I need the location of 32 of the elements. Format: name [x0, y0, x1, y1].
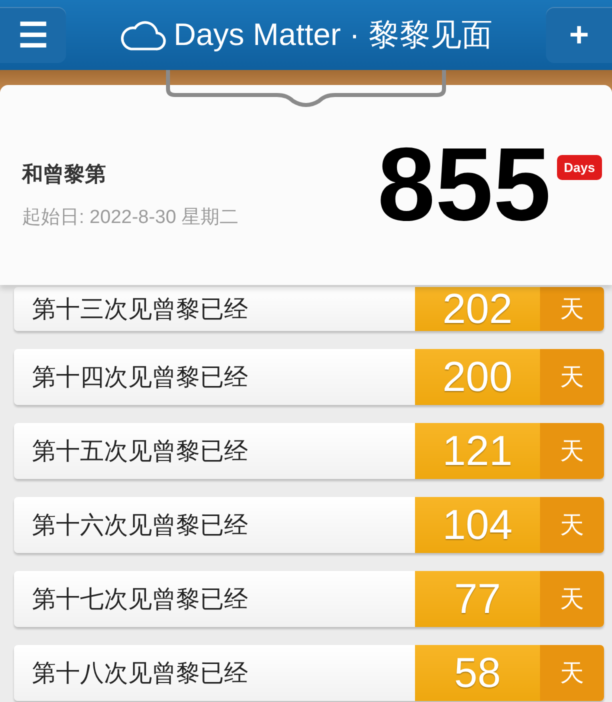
- event-count: 121: [415, 423, 540, 479]
- event-label: 第十五次见曾黎已经: [31, 437, 249, 467]
- unit-label: 天: [540, 571, 604, 627]
- event-row[interactable]: 第十四次见曾黎已经 200 天: [14, 349, 604, 405]
- event-label: 第十六次见曾黎已经: [31, 511, 249, 541]
- event-count: 202: [415, 287, 540, 331]
- unit-label: 天: [540, 423, 604, 479]
- event-label: 第十三次见曾黎已经: [31, 295, 249, 325]
- event-count: 104: [415, 497, 540, 553]
- event-row[interactable]: 第十三次见曾黎已经 202 天: [14, 287, 604, 331]
- event-row[interactable]: 第十五次见曾黎已经 121 天: [14, 423, 604, 479]
- day-count: 855: [377, 133, 551, 237]
- unit-label: 天: [540, 287, 604, 331]
- event-title: 和曾黎第: [22, 162, 107, 188]
- unit-label: 天: [540, 349, 604, 405]
- event-count: 77: [415, 571, 540, 627]
- event-count: 200: [415, 349, 540, 405]
- event-row[interactable]: 第十八次见曾黎已经 58 天: [14, 645, 604, 701]
- event-label: 第十七次见曾黎已经: [31, 585, 249, 615]
- app-title: Days Matter · 黎黎见面: [174, 16, 492, 54]
- event-row[interactable]: 第十七次见曾黎已经 77 天: [14, 571, 604, 627]
- event-label: 第十四次见曾黎已经: [31, 363, 249, 393]
- cloud-icon: [120, 18, 166, 52]
- menu-button[interactable]: ☰: [0, 7, 66, 63]
- event-row[interactable]: 第十六次见曾黎已经 104 天: [14, 497, 604, 553]
- unit-label: 天: [540, 645, 604, 701]
- event-count: 58: [415, 645, 540, 701]
- unit-label: 天: [540, 497, 604, 553]
- days-badge: Days: [556, 155, 602, 180]
- add-button[interactable]: +: [546, 7, 612, 63]
- event-label: 第十八次见曾黎已经: [31, 659, 249, 689]
- start-date: 起始日: 2022-8-30 星期二: [22, 206, 238, 230]
